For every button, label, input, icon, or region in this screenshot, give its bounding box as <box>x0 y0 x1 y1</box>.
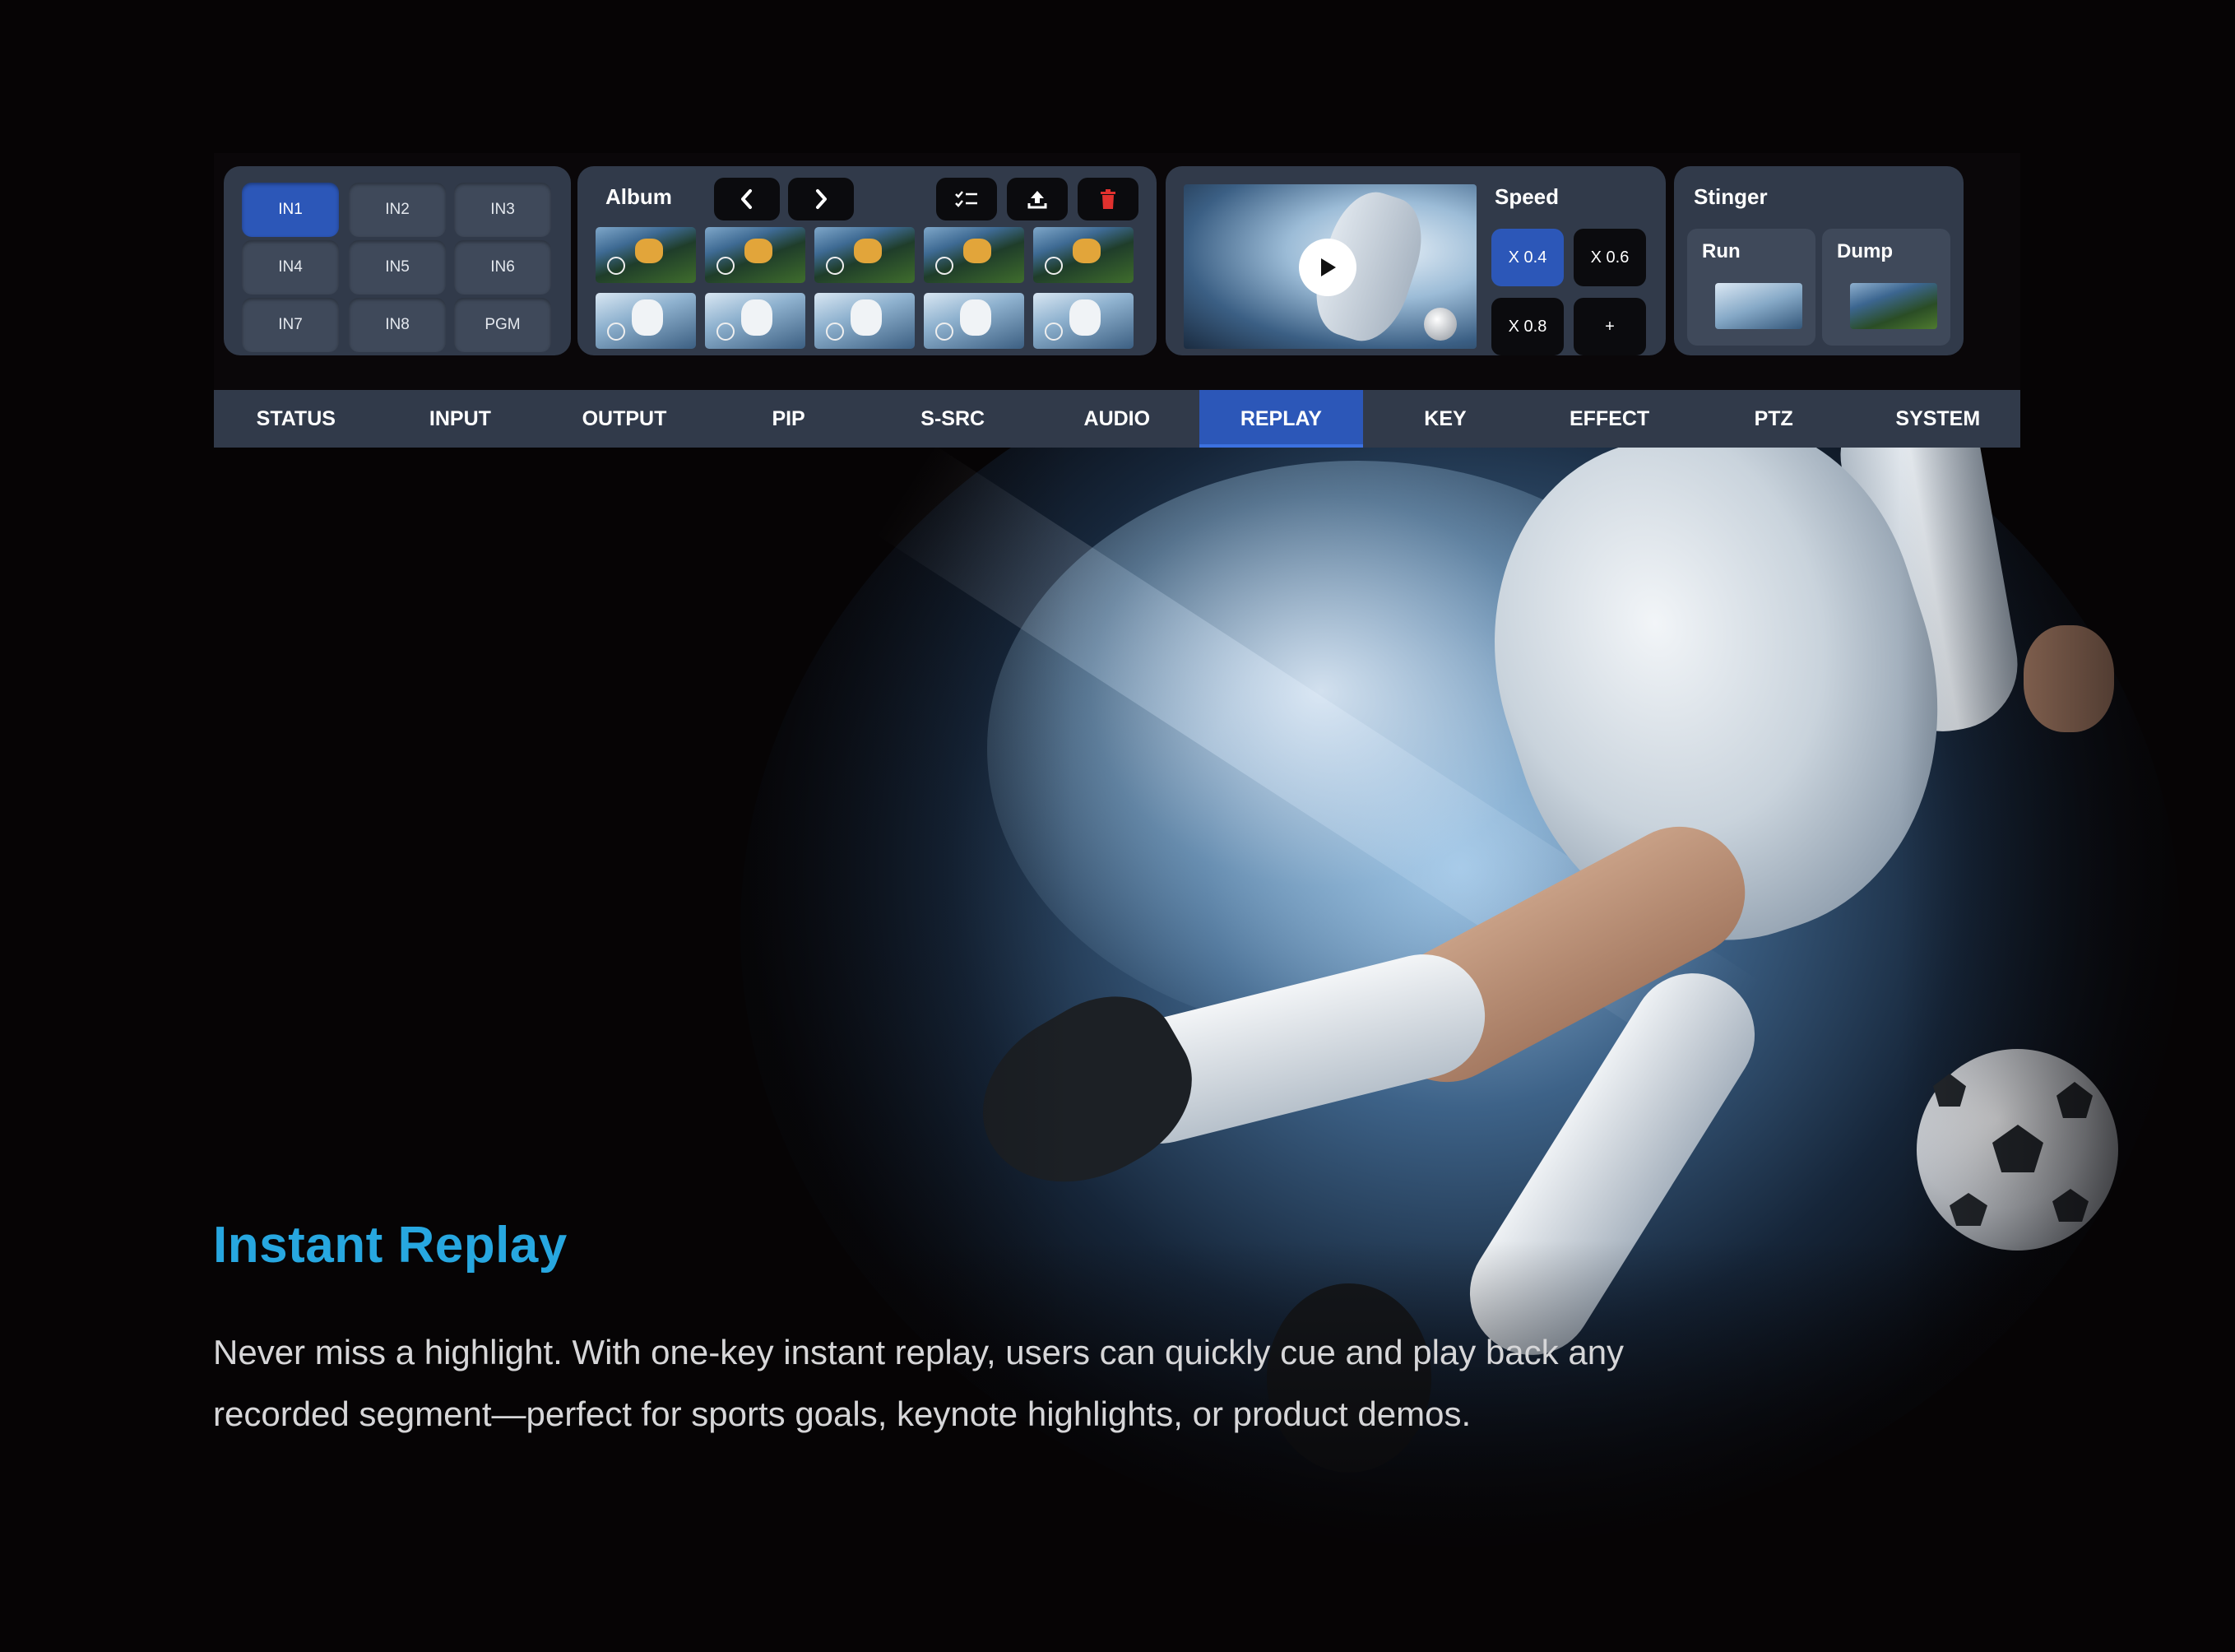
switcher-ui: IN1 IN2 IN3 IN4 IN5 IN6 IN7 IN8 PGM Albu… <box>214 153 2020 448</box>
feature-description: Never miss a highlight. With one-key ins… <box>213 1333 1625 1433</box>
replay-icon <box>607 323 625 341</box>
album-thumbnail[interactable] <box>1033 227 1134 283</box>
speed-button-add[interactable]: + <box>1574 298 1646 355</box>
stinger-run-thumbnail <box>1715 283 1802 329</box>
tab-s-src[interactable]: S-SRC <box>870 390 1035 448</box>
replay-icon <box>826 323 844 341</box>
tab-key[interactable]: KEY <box>1363 390 1528 448</box>
replay-speed-panel: Speed X 0.4 X 0.6 X 0.8 + <box>1166 166 1666 355</box>
album-thumbnail[interactable] <box>596 227 696 283</box>
album-next-button[interactable] <box>788 178 854 220</box>
replay-icon <box>607 257 625 275</box>
stinger-dump-thumbnail <box>1850 283 1937 329</box>
stinger-dump-button[interactable]: Dump <box>1822 229 1950 346</box>
stinger-dump-label: Dump <box>1837 240 1893 262</box>
replay-icon <box>935 257 953 275</box>
tab-effect[interactable]: EFFECT <box>1528 390 1692 448</box>
input-button-pgm[interactable]: PGM <box>454 298 551 352</box>
stinger-title: Stinger <box>1694 184 1768 209</box>
album-title: Album <box>605 184 672 209</box>
input-button-in8[interactable]: IN8 <box>349 298 446 352</box>
tab-ptz[interactable]: PTZ <box>1691 390 1856 448</box>
album-thumbnail[interactable] <box>1033 293 1134 349</box>
chevron-left-icon <box>741 189 752 209</box>
stinger-run-button[interactable]: Run <box>1687 229 1815 346</box>
album-panel: Album <box>577 166 1157 355</box>
speed-title: Speed <box>1495 184 1560 209</box>
tab-input[interactable]: INPUT <box>378 390 543 448</box>
tab-audio[interactable]: AUDIO <box>1035 390 1199 448</box>
replay-icon <box>716 323 735 341</box>
album-thumbnail[interactable] <box>814 227 915 283</box>
album-thumbnail[interactable] <box>596 293 696 349</box>
stinger-panel: Stinger Run Dump <box>1674 166 1964 355</box>
tab-system[interactable]: SYSTEM <box>1856 390 2020 448</box>
input-button-in6[interactable]: IN6 <box>454 240 551 295</box>
tab-replay[interactable]: REPLAY <box>1199 390 1364 448</box>
replay-icon <box>826 257 844 275</box>
album-thumbnail[interactable] <box>924 293 1024 349</box>
speed-button-x04[interactable]: X 0.4 <box>1491 229 1564 286</box>
input-select-panel: IN1 IN2 IN3 IN4 IN5 IN6 IN7 IN8 PGM <box>224 166 571 355</box>
stinger-run-label: Run <box>1702 240 1741 262</box>
feature-headline: Instant Replay <box>213 1217 568 1274</box>
album-delete-button[interactable] <box>1078 178 1138 220</box>
main-tab-bar: STATUS INPUT OUTPUT PIP S-SRC AUDIO REPL… <box>214 390 2020 448</box>
speed-button-x08[interactable]: X 0.8 <box>1491 298 1564 355</box>
album-thumbnail[interactable] <box>924 227 1024 283</box>
album-select-button[interactable] <box>936 178 997 220</box>
input-button-in3[interactable]: IN3 <box>454 183 551 237</box>
play-icon <box>1321 258 1336 276</box>
replay-icon <box>1045 323 1063 341</box>
tab-pip[interactable]: PIP <box>707 390 871 448</box>
upload-icon <box>1027 191 1047 209</box>
input-button-in4[interactable]: IN4 <box>242 240 339 295</box>
album-prev-button[interactable] <box>714 178 780 220</box>
album-thumbnail[interactable] <box>705 293 805 349</box>
play-button[interactable] <box>1299 239 1356 296</box>
replay-icon <box>716 257 735 275</box>
tab-status[interactable]: STATUS <box>214 390 378 448</box>
bottom-fade-overlay <box>0 1241 2235 1652</box>
replay-icon <box>1045 257 1063 275</box>
replay-preview[interactable] <box>1184 184 1477 349</box>
tab-output[interactable]: OUTPUT <box>542 390 707 448</box>
input-button-in5[interactable]: IN5 <box>349 240 446 295</box>
album-upload-button[interactable] <box>1007 178 1068 220</box>
album-thumbnail[interactable] <box>814 293 915 349</box>
replay-icon <box>935 323 953 341</box>
trash-icon <box>1101 189 1115 209</box>
input-button-in2[interactable]: IN2 <box>349 183 446 237</box>
input-button-in7[interactable]: IN7 <box>242 298 339 352</box>
input-button-in1[interactable]: IN1 <box>242 183 339 237</box>
chevron-right-icon <box>816 189 827 209</box>
speed-button-x06[interactable]: X 0.6 <box>1574 229 1646 286</box>
checklist-icon <box>955 191 977 207</box>
album-thumbnail[interactable] <box>705 227 805 283</box>
